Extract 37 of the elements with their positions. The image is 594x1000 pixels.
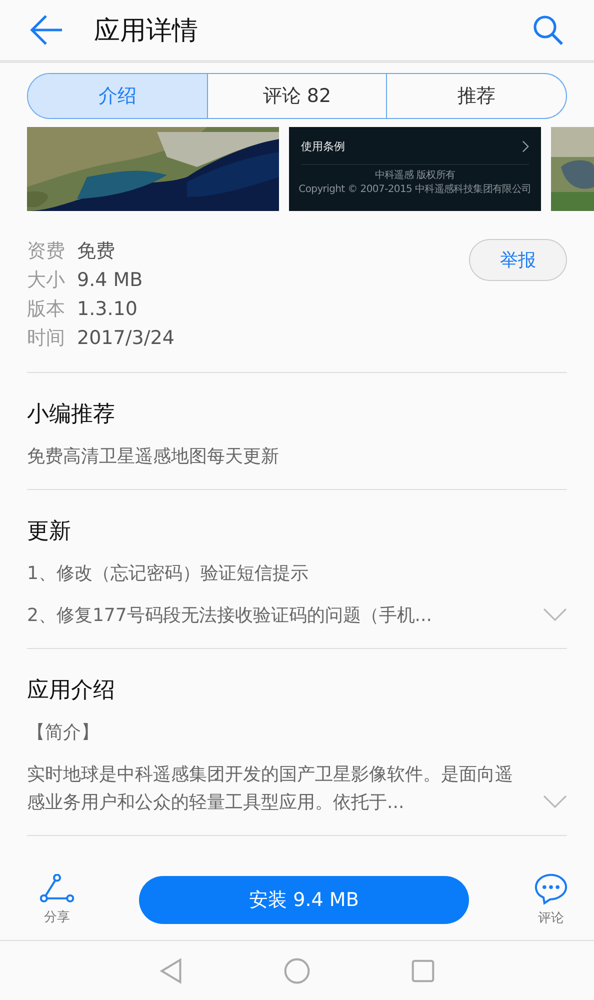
share-icon[interactable] (40, 874, 74, 904)
copyright-text: Copyright © 2007-2015 中科遥感科技集团有限公司 (298, 183, 532, 197)
info-label: 时间 (27, 326, 65, 350)
comment-icon[interactable] (534, 873, 568, 905)
info-value: 2017/3/24 (77, 326, 174, 350)
info-label: 版本 (27, 297, 65, 321)
home-icon[interactable] (283, 956, 311, 984)
expand-chevron-icon[interactable] (543, 608, 567, 622)
body-text: 1、修改（忘记密码）验证短信提示 (27, 562, 310, 586)
back-arrow-icon[interactable] (30, 15, 64, 45)
info-label: 大小 (27, 268, 65, 292)
tab[interactable]: 推荐 (386, 74, 566, 118)
info-value: 免费 (77, 239, 115, 263)
copyright-text: 中科遥感 版权所有 (374, 169, 456, 183)
share-label[interactable]: 分享 (44, 908, 70, 926)
body-text: 实时地球是中科遥感集团开发的国产卫星影像软件。是面向遥感业务用户和公众的轻量工具型应用。依托于... (27, 763, 514, 815)
chevron-right-icon (522, 140, 529, 153)
body-text: 免费高清卫星遥感地图每天更新 (27, 445, 280, 469)
body-text: 【简介】 (27, 721, 100, 745)
section-title: 应用介绍 (27, 677, 116, 705)
page-title: 应用详情 (94, 14, 198, 48)
info-label: 资费 (27, 239, 65, 263)
info-value: 9.4 MB (77, 268, 143, 292)
section-title: 小编推荐 (27, 401, 116, 429)
expand-chevron-icon[interactable] (543, 795, 567, 809)
tab[interactable]: 介绍 (28, 74, 207, 118)
comment-label[interactable]: 评论 (538, 909, 564, 927)
tab[interactable]: 评论 82 (206, 74, 386, 118)
body-text: 2、修复177号码段无法接收验证码的问题（手机... (27, 604, 433, 628)
report-button[interactable]: 举报 (469, 239, 567, 281)
info-value: 1.3.10 (77, 297, 138, 321)
back-icon[interactable] (159, 958, 183, 984)
install-button[interactable]: 安装 9.4 MB (139, 876, 469, 924)
recents-icon[interactable] (411, 958, 435, 982)
search-icon[interactable] (532, 14, 564, 46)
section-title: 更新 (27, 518, 72, 546)
menu-item-label: 使用条例 (301, 139, 345, 154)
